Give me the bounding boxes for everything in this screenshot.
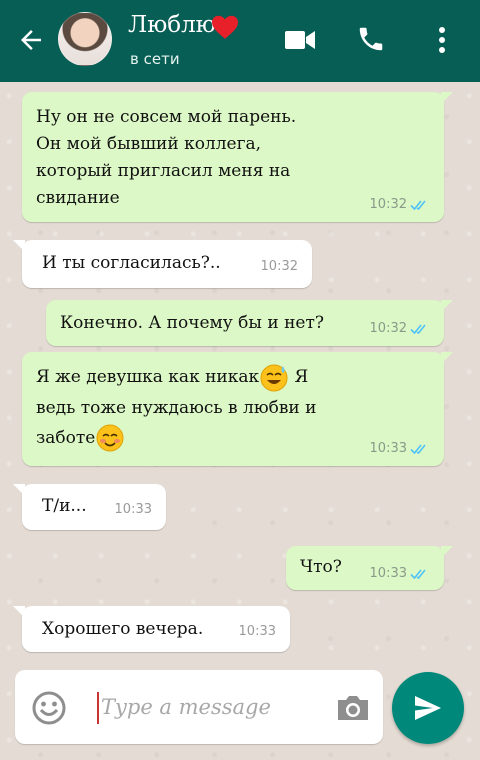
message-meta: 10:33 [115,502,152,517]
incoming-message[interactable]: Т/и... 10:33 [13,484,166,530]
double-check-read-icon [410,199,426,210]
message-text-part: Я же девушка как никак [36,367,260,387]
message-meta: 10:32 [370,197,430,212]
message-text: И ты согласилась?.. [42,253,221,273]
bubble-tail [13,606,25,618]
double-check-read-icon [410,323,426,334]
message-time: 10:32 [369,321,407,336]
bubble-tail [13,484,25,496]
back-arrow-icon[interactable] [16,25,46,55]
message-text: Хорошего вечера. [42,619,204,639]
double-check-read-icon [410,443,426,454]
text-cursor [97,692,99,724]
message-input[interactable] [101,688,311,726]
emoji-icon[interactable] [31,690,67,726]
double-check-read-icon [410,568,426,579]
more-vert-icon[interactable] [432,24,452,56]
message-time: 10:33 [369,566,407,581]
message-time: 10:32 [369,197,407,212]
message-text: Конечно. А почему бы и нет? [60,313,324,333]
outgoing-message[interactable]: Ну он не совсем мой парень. Он мой бывши… [22,92,453,222]
contact-name[interactable]: Люблю [128,12,216,38]
message-time: 10:32 [260,259,298,274]
bubble-tail [441,92,453,104]
phone-icon[interactable] [356,24,386,54]
incoming-message[interactable]: Хорошего вечера. 10:33 [13,606,290,652]
send-icon [415,696,441,720]
video-call-icon[interactable] [284,28,316,52]
contact-status: в сети [130,50,180,68]
message-text: Я же девушка как никак Я ведь тоже нужда… [36,362,317,453]
message-meta: 10:33 [239,624,276,639]
outgoing-message[interactable]: Что? 10:33 [286,546,453,590]
bubble-tail [13,240,25,252]
message-meta: 10:32 [370,321,430,336]
bubble-tail [441,300,453,312]
bubble-tail [441,352,453,364]
message-meta: 10:33 [370,566,430,581]
message-time: 10:33 [238,624,276,639]
incoming-message[interactable]: И ты согласилась?.. 10:32 [13,240,312,288]
avatar[interactable] [58,12,112,66]
message-time: 10:33 [369,441,407,456]
message-text: Ну он не совсем мой парень. Он мой бывши… [36,107,297,208]
message-time: 10:33 [114,502,152,517]
send-button[interactable] [392,672,464,744]
outgoing-message[interactable]: Я же девушка как никак Я ведь тоже нужда… [22,352,453,466]
message-text: Что? [300,557,342,577]
message-meta: 10:33 [370,441,430,456]
heart-icon [212,15,238,39]
camera-icon[interactable] [335,694,371,722]
message-meta: 10:32 [261,259,298,274]
message-text: Т/и... [42,496,87,516]
message-composer [15,670,383,744]
blush-emoji [96,424,124,452]
sweat-smile-emoji [260,364,288,391]
chat-header: Люблю в сети [0,0,480,82]
outgoing-message[interactable]: Конечно. А почему бы и нет? 10:32 [46,300,453,346]
bubble-tail [441,546,453,558]
